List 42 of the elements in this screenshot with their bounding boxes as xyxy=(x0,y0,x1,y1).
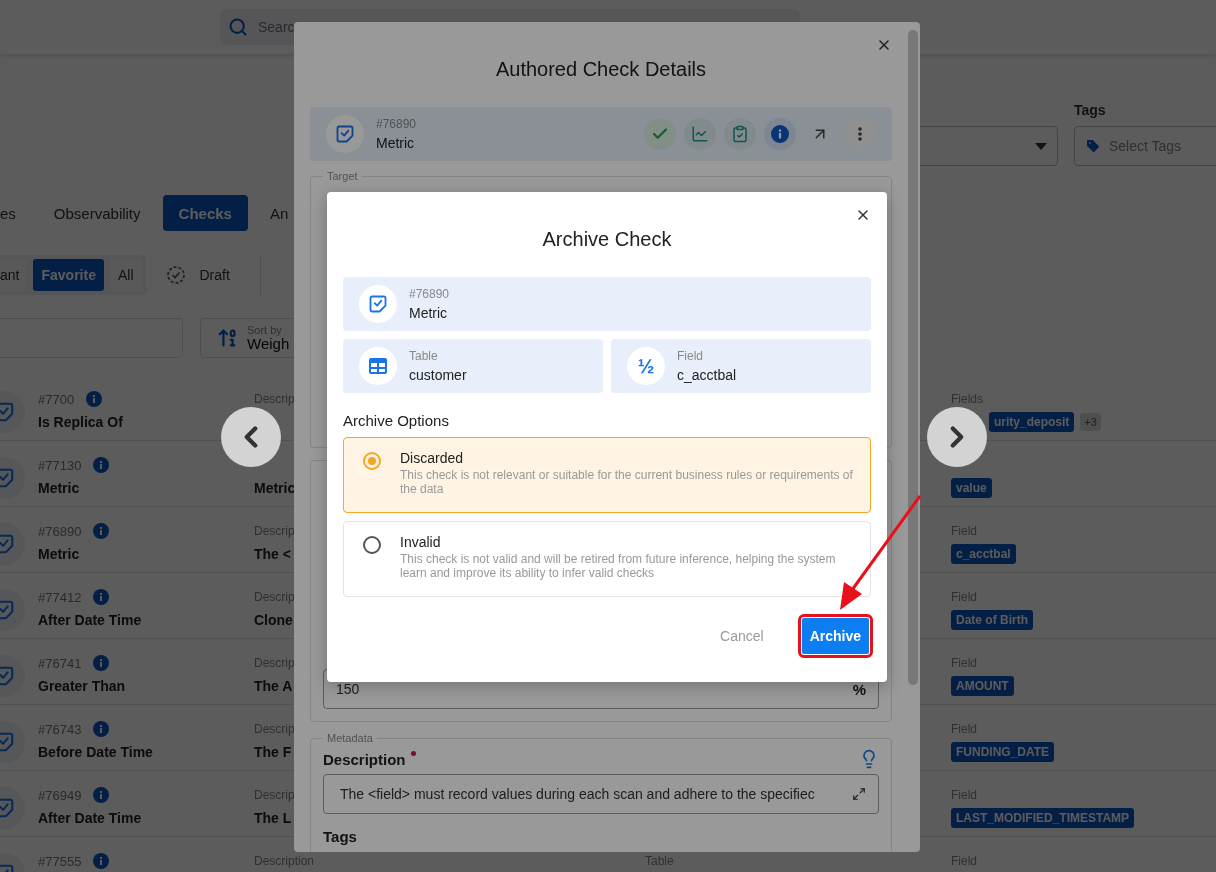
option-title: Discarded xyxy=(400,450,465,466)
option-description: This check is not relevant or suitable for the current business rules or requirements of the data xyxy=(400,469,854,497)
field-label: Field xyxy=(677,349,704,363)
field-tag: c_acctbal xyxy=(951,544,1016,564)
check-name: Before Date Time xyxy=(38,744,153,760)
field-tag: Date of Birth xyxy=(951,610,1033,630)
fraction-symbol: ½ xyxy=(637,354,655,378)
check-name: Is Replica Of xyxy=(38,414,123,430)
table-label: Table xyxy=(409,349,439,363)
check-name: After Date Time xyxy=(38,810,142,826)
description-text: The < xyxy=(254,546,291,562)
option-description: This check is not valid and will be retired from future inference, helping the system learn and improve its ability to infer valid checks xyxy=(400,553,837,581)
dialog-title: Archive Check xyxy=(542,227,672,251)
description-label: Description xyxy=(323,750,416,768)
field-tag: LAST_MODIFIED_TIMESTAMP xyxy=(951,808,1135,828)
field-tag: value xyxy=(951,478,992,498)
check-name: Metric xyxy=(38,480,80,496)
check-name: Metric xyxy=(376,135,416,151)
check-id: #76890 xyxy=(376,117,418,131)
description-text: The L xyxy=(254,810,292,826)
check-name: Metric xyxy=(38,546,80,562)
dialog-title: Authored Check Details xyxy=(495,57,707,81)
field-name: c_acctbal xyxy=(677,367,738,383)
section-legend: Metadata xyxy=(323,732,377,744)
table-name: customer xyxy=(409,367,468,383)
check-id: #76890 xyxy=(409,287,451,301)
option-title: Invalid xyxy=(400,534,442,550)
description-text: Clone xyxy=(254,612,293,628)
check-name: After Date Time xyxy=(38,612,142,628)
description-text: The F xyxy=(254,744,292,760)
field-tag: urity_deposit xyxy=(989,412,1075,432)
field-tag: FUNDING_DATE xyxy=(951,742,1055,762)
tags-label: Tags xyxy=(1074,102,1107,118)
section-legend: Target xyxy=(323,170,362,182)
check-name: Greater Than xyxy=(38,678,126,694)
check-name: Metric xyxy=(409,305,449,321)
field-tag: AMOUNT xyxy=(951,676,1014,696)
description-text: Metric xyxy=(254,480,296,496)
unit-symbol: % xyxy=(852,680,866,698)
options-label: Archive Options xyxy=(343,412,450,429)
tags-label: Tags xyxy=(323,828,358,845)
description-text: The A xyxy=(254,678,293,694)
